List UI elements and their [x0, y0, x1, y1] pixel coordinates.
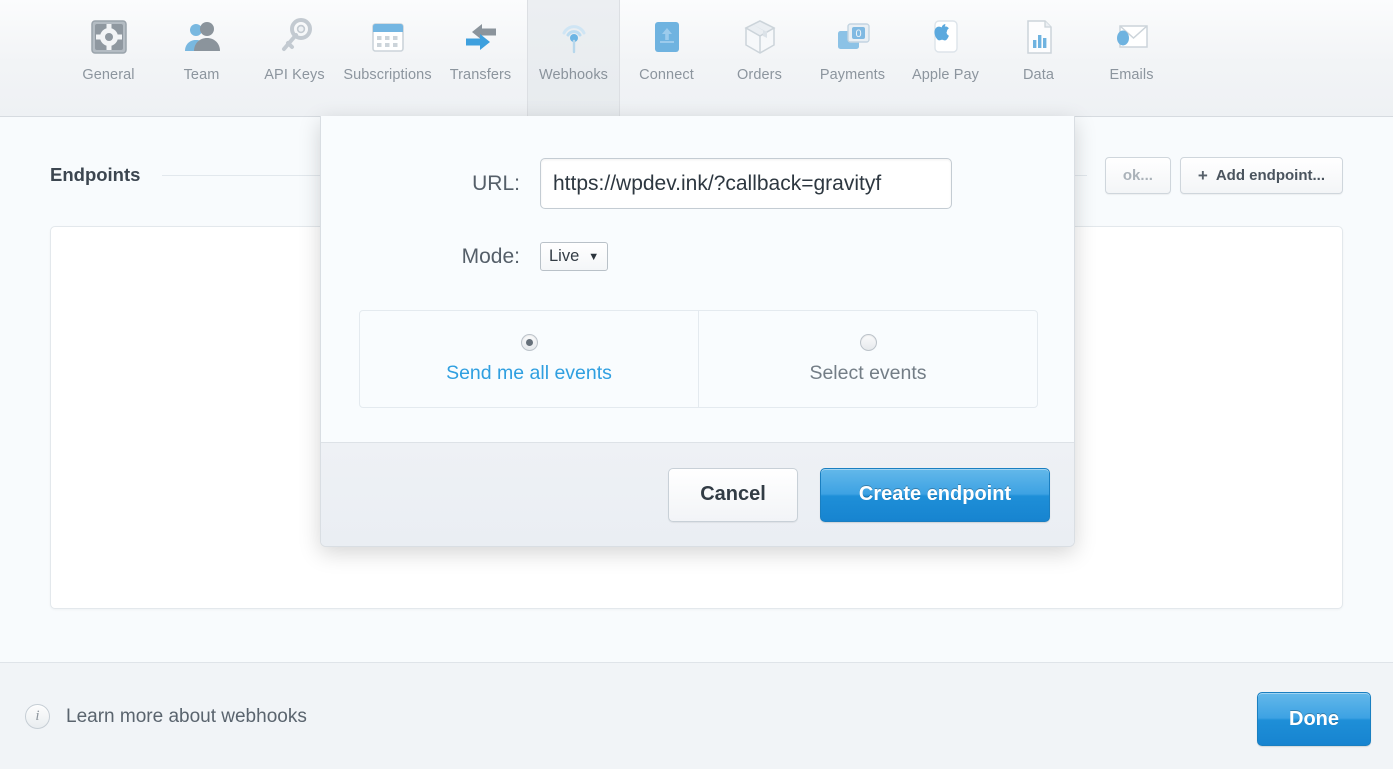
key-icon [271, 13, 319, 61]
broadcast-icon [550, 13, 598, 61]
nav-item-subscriptions[interactable]: Subscriptions [341, 0, 434, 116]
envelope-icon [1108, 13, 1156, 61]
nav-item-general[interactable]: General [62, 0, 155, 116]
add-endpoint-button[interactable]: + Add endpoint... [1179, 156, 1343, 194]
nav-item-data[interactable]: Data [992, 0, 1085, 116]
cancel-button[interactable]: Cancel [668, 467, 798, 522]
nav-label: Orders [737, 67, 782, 83]
nav-label: Payments [819, 67, 886, 83]
nav-label: Data [1022, 67, 1055, 83]
page-title: Endpoints [50, 164, 141, 185]
radio-unselected-icon [859, 333, 877, 351]
box-icon [736, 13, 784, 61]
events-radio-group: Send me all events Select events [359, 310, 1038, 408]
radio-selected-icon [520, 333, 538, 351]
chart-document-icon [1015, 13, 1063, 61]
card-stack-icon: 0 [829, 13, 877, 61]
learn-more-link[interactable]: i Learn more about webhooks [25, 704, 307, 729]
nav-item-api-keys[interactable]: API Keys [248, 0, 341, 116]
nav-label: Transfers [449, 67, 512, 83]
people-icon [178, 13, 226, 61]
nav-item-payments[interactable]: 0 Payments [806, 0, 899, 116]
nav-item-emails[interactable]: Emails [1085, 0, 1178, 116]
mode-row: Mode: Live ▼ [321, 242, 1074, 271]
mode-select[interactable]: Live ▼ [540, 242, 609, 271]
radio-send-all-events[interactable]: Send me all events [360, 311, 698, 407]
radio-send-all-label: Send me all events [446, 361, 612, 384]
chevron-down-icon: ▼ [588, 250, 600, 263]
dialog-body: URL: Mode: Live ▼ Send me all events Sel… [321, 116, 1074, 442]
radio-select-events-label: Select events [809, 361, 927, 384]
learn-more-label: Learn more about webhooks [66, 705, 307, 727]
url-label: URL: [472, 171, 520, 195]
done-button[interactable]: Done [1257, 692, 1371, 746]
nav-item-webhooks[interactable]: Webhooks [527, 0, 620, 116]
calendar-icon [364, 13, 412, 61]
apple-icon [922, 13, 970, 61]
nav-label: General [82, 67, 135, 83]
dialog-footer: Cancel Create endpoint [321, 442, 1074, 546]
footer-bar: i Learn more about webhooks [0, 662, 1393, 769]
info-icon: i [25, 704, 50, 729]
send-test-webhook-label: ok... [1122, 166, 1153, 184]
nav-label: Team [183, 67, 220, 83]
nav-item-apple-pay[interactable]: Apple Pay [899, 0, 992, 116]
mode-selected-value: Live [549, 247, 580, 265]
url-row: URL: [321, 158, 1074, 209]
create-endpoint-submit-button[interactable]: Create endpoint [820, 467, 1050, 522]
svg-text:0: 0 [855, 28, 861, 40]
add-endpoint-label: Add endpoint... [1215, 166, 1325, 184]
nav-label: Webhooks [538, 67, 609, 83]
header-buttons: ok... + Add endpoint... [1104, 156, 1343, 194]
settings-page: General Team API Keys Subscriptions Tran… [0, 0, 1393, 769]
create-endpoint-dialog: URL: Mode: Live ▼ Send me all events Sel… [320, 116, 1075, 547]
connect-book-icon [643, 13, 691, 61]
main-navigation: General Team API Keys Subscriptions Tran… [0, 0, 1393, 117]
nav-item-connect[interactable]: Connect [620, 0, 713, 116]
nav-item-team[interactable]: Team [155, 0, 248, 116]
send-test-webhook-button[interactable]: ok... [1104, 156, 1171, 194]
nav-item-transfers[interactable]: Transfers [434, 0, 527, 116]
nav-label: API Keys [264, 67, 325, 83]
mode-label: Mode: [461, 244, 520, 268]
nav-label: Subscriptions [343, 67, 432, 83]
nav-item-orders[interactable]: Orders [713, 0, 806, 116]
plus-icon: + [1197, 165, 1208, 185]
nav-label: Connect [639, 67, 694, 83]
url-input[interactable] [540, 158, 952, 209]
radio-select-events[interactable]: Select events [698, 311, 1037, 407]
transfer-arrows-icon [457, 13, 505, 61]
nav-label: Apple Pay [912, 67, 979, 83]
nav-label: Emails [1109, 67, 1154, 83]
gear-icon [85, 13, 133, 61]
